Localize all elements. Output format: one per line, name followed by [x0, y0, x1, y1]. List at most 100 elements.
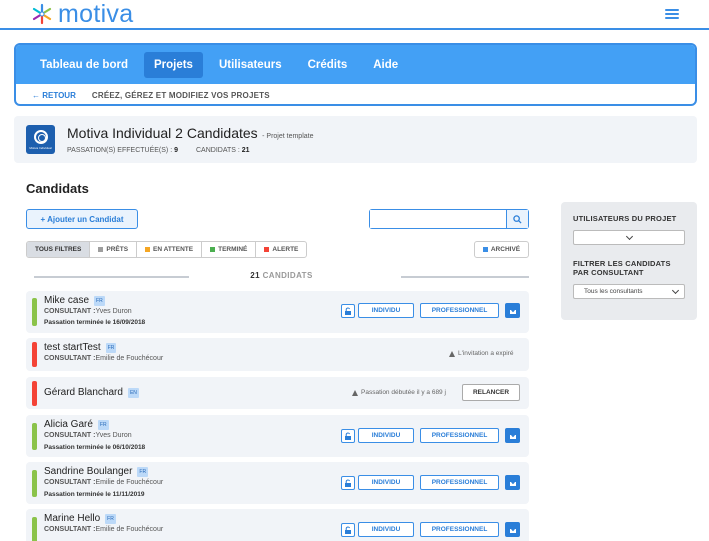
project-sidebar: UTILISATEURS DU PROJET FILTRER LES CANDI… [561, 202, 697, 320]
filter-consultant-label: FILTRER LES CANDIDATS PAR CONSULTANT [573, 259, 671, 277]
consultant: CONSULTANT :Emilie de Fouchécour [44, 526, 164, 533]
project-icon: Motiva Individual [26, 125, 55, 154]
candidate-name: Alicia Garé [44, 419, 93, 430]
warning-icon [449, 350, 455, 357]
chevron-down-icon [625, 232, 633, 240]
tab-aide[interactable]: Aide [363, 52, 408, 78]
download-icon[interactable] [505, 522, 520, 537]
project-card: Motiva Individual Motiva Individual 2 Ca… [14, 116, 697, 163]
consultant: CONSULTANT :Yves Duron [44, 432, 132, 439]
motiva-logo-icon [32, 3, 52, 25]
motiva-rings-icon [33, 129, 48, 144]
logo-text: motiva [58, 0, 134, 28]
tab-utilisateurs[interactable]: Utilisateurs [209, 52, 292, 78]
candidate-row: Sandrine Boulanger FR CONSULTANT :Emilie … [26, 462, 529, 504]
project-title: Motiva Individual 2 Candidates [67, 125, 258, 141]
search-input[interactable] [370, 210, 506, 228]
candidate-name: Mike case [44, 295, 90, 306]
relancer-button[interactable]: RELANCER [462, 384, 520, 401]
count-value: 21 [250, 271, 260, 280]
tab-credits[interactable]: Crédits [298, 52, 358, 78]
consultant: CONSULTANT :Yves Duron [44, 308, 132, 315]
warning-icon [352, 389, 358, 396]
square-icon [210, 247, 216, 252]
status-bar [32, 342, 37, 367]
project-users-label: UTILISATEURS DU PROJET [573, 214, 677, 223]
individu-button[interactable]: INDIVIDU [358, 428, 414, 443]
square-icon [98, 247, 104, 252]
download-icon[interactable] [505, 428, 520, 443]
project-users-select[interactable] [573, 230, 685, 245]
unlock-icon[interactable] [341, 523, 355, 537]
filter-ready[interactable]: PRÊTS [90, 242, 138, 257]
page-subtitle: CRÉEZ, GÉREZ ET MODIFIEZ VOS PROJETS [91, 90, 270, 100]
status-bar [32, 517, 37, 541]
language-badge: FR [105, 342, 117, 353]
individu-button[interactable]: INDIVIDU [358, 303, 414, 318]
language-badge: FR [94, 295, 105, 306]
logo[interactable]: motiva [30, 0, 133, 29]
status-bar [32, 423, 37, 450]
download-icon[interactable] [505, 475, 520, 490]
passation-status: Passation terminée le 06/10/2018 [44, 444, 146, 451]
consultant-filter-select[interactable]: Tous les consultants [573, 284, 685, 299]
candidats-stat: CANDIDATS : 21 [196, 147, 250, 154]
count-label: CANDIDATS [262, 271, 313, 280]
professionnel-button[interactable]: PROFESSIONNEL [420, 303, 499, 318]
warning-text: L'invitation a expiré [458, 350, 514, 357]
status-bar [32, 298, 37, 326]
professionnel-button[interactable]: PROFESSIONNEL [420, 428, 499, 443]
passation-status: Passation terminée le 16/09/2018 [44, 319, 146, 326]
tab-tableau-de-bord[interactable]: Tableau de bord [30, 52, 138, 78]
consultant-filter-value: Tous les consultants [584, 288, 643, 295]
language-badge: EN [127, 387, 139, 398]
back-link[interactable]: ← RETOUR [32, 91, 76, 100]
hamburger-menu-icon[interactable] [665, 9, 679, 19]
warning-text: Passation débutée il y a 689 j [361, 389, 446, 396]
consultant: CONSULTANT :Emilie de Fouchécour [44, 479, 164, 486]
status-bar [32, 470, 37, 497]
search-box [369, 209, 529, 229]
unlock-icon[interactable] [341, 476, 355, 490]
consultant: CONSULTANT :Emilie de Fouchécour [44, 355, 164, 362]
candidate-name: Sandrine Boulanger [44, 466, 133, 477]
download-icon[interactable] [505, 303, 520, 318]
archive-filter-button[interactable]: ARCHIVÉ [474, 241, 529, 258]
search-button[interactable] [506, 210, 528, 228]
status-filters: TOUS FILTRES PRÊTS EN ATTENTE TERMINÉ AL… [26, 241, 308, 258]
top-bar: motiva [0, 0, 709, 30]
nav-panel: Tableau de bord Projets Utilisateurs Cré… [14, 43, 697, 106]
sub-nav: ← RETOUR CRÉEZ, GÉREZ ET MODIFIEZ VOS PR… [16, 84, 695, 104]
candidate-row: Alicia Garé FR CONSULTANT :Yves Duron Pas… [26, 415, 529, 457]
search-icon [513, 214, 522, 224]
language-badge: FR [137, 466, 149, 477]
professionnel-button[interactable]: PROFESSIONNEL [420, 475, 499, 490]
tab-projets[interactable]: Projets [143, 51, 203, 78]
filter-alert[interactable]: ALERTE [256, 242, 306, 257]
passation-status: Passation terminée le 11/11/2019 [44, 491, 145, 498]
chevron-down-icon [671, 286, 680, 294]
individu-button[interactable]: INDIVIDU [358, 475, 414, 490]
status-bar [32, 381, 37, 406]
project-type: - Projet template [262, 133, 314, 140]
candidate-count: 21 CANDIDATS [34, 271, 529, 283]
candidate-name: Gérard Blanchard [44, 387, 123, 398]
professionnel-button[interactable]: PROFESSIONNEL [420, 522, 499, 537]
filter-finished[interactable]: TERMINÉ [202, 242, 257, 257]
candidates-title: Candidats [26, 181, 89, 196]
candidate-name: test startTest [44, 342, 101, 353]
candidate-row: Gérard Blanchard EN Passation débutée il … [26, 377, 529, 409]
main-nav: Tableau de bord Projets Utilisateurs Cré… [16, 45, 695, 84]
candidate-row: test startTest FR CONSULTANT :Emilie de F… [26, 338, 529, 371]
filter-all[interactable]: TOUS FILTRES [27, 242, 91, 257]
filter-pending[interactable]: EN ATTENTE [137, 242, 203, 257]
candidate-row: Marine Hello FR CONSULTANT :Emilie de Fou… [26, 509, 529, 541]
individu-button[interactable]: INDIVIDU [358, 522, 414, 537]
square-icon [482, 247, 488, 252]
project-icon-caption: Motiva Individual [29, 145, 52, 150]
add-candidate-button[interactable]: + Ajouter un Candidat [26, 209, 138, 229]
language-badge: FR [105, 513, 116, 524]
unlock-icon[interactable] [341, 429, 355, 443]
passations-stat: PASSATION(S) EFFECTUÉE(S) : 9 [67, 147, 178, 154]
unlock-icon[interactable] [341, 304, 355, 318]
